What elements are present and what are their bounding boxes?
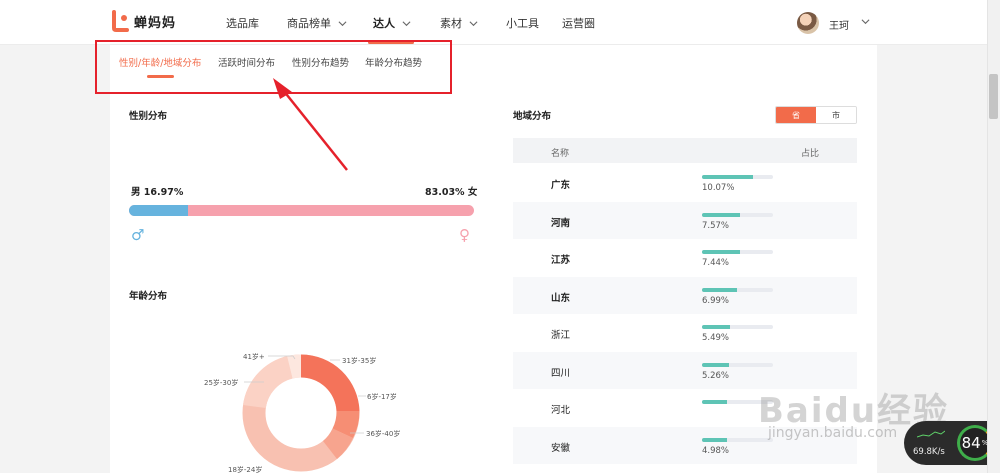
province-city-toggle: 省 市 <box>775 106 857 124</box>
region-share-percent: 4.98% <box>702 445 730 456</box>
region-share-fill <box>702 437 728 442</box>
region-share-bar <box>702 212 773 217</box>
region-share-percent: 6.99% <box>702 295 730 306</box>
age-label: 18岁-24岁 <box>228 466 263 473</box>
region-name: 河南 <box>551 217 571 229</box>
speed-graph-icon <box>917 430 945 438</box>
age-label: 31岁-35岁 <box>342 357 377 365</box>
region-section-title: 地域分布 <box>513 111 552 122</box>
age-label: 41岁+ <box>243 353 265 361</box>
region-row: 江苏 7.44% <box>513 239 857 276</box>
age-label: 36岁-40岁 <box>366 430 401 438</box>
toggle-province[interactable]: 省 <box>776 107 816 123</box>
toggle-city[interactable]: 市 <box>816 107 856 123</box>
region-name: 河北 <box>551 405 571 416</box>
usage-percent: 84 <box>961 434 981 452</box>
network-speed-widget[interactable]: 69.8K/s 84% <box>904 421 1000 465</box>
region-name: 广东 <box>551 180 571 191</box>
region-share-bar <box>702 325 773 329</box>
region-row: 浙江 5.49% <box>513 314 857 351</box>
region-share-fill <box>702 362 729 367</box>
page-scrollbar-thumb[interactable] <box>989 74 998 119</box>
region-table-header: 名称 占比 <box>513 138 857 163</box>
region-name: 安徽 <box>551 442 571 454</box>
region-share-fill <box>702 400 728 404</box>
region-share-percent: 7.44% <box>702 258 730 268</box>
region-name: 四川 <box>551 367 571 379</box>
region-share-percent: 5.49% <box>702 333 730 343</box>
region-share-bar <box>702 362 773 367</box>
region-row: 河南 7.57% <box>513 201 857 239</box>
region-share-fill <box>702 287 738 292</box>
region-name: 江苏 <box>551 255 571 266</box>
network-speed: 69.8K/s <box>913 447 945 457</box>
region-share-fill <box>702 212 741 217</box>
region-name: 山东 <box>551 292 571 304</box>
region-row: 山东 6.99% <box>513 276 857 314</box>
region-share-percent: 5.26% <box>702 370 730 381</box>
region-share-fill <box>702 175 754 179</box>
region-share-bar <box>702 175 773 179</box>
age-label: 6岁-17岁 <box>367 393 397 401</box>
region-share-bar <box>702 250 773 254</box>
watermark-url: jingyan.baidu.com <box>768 425 898 441</box>
region-share-percent: 7.57% <box>702 220 730 231</box>
region-share-bar <box>702 287 773 292</box>
page-scrollbar-track[interactable] <box>987 0 1000 473</box>
column-share-header: 占比 <box>801 149 820 159</box>
region-name: 浙江 <box>551 330 571 341</box>
region-share-bar <box>702 437 773 442</box>
region-row: 广东 10.07% <box>513 164 857 201</box>
column-name-header: 名称 <box>551 149 570 159</box>
region-share-fill <box>702 325 730 329</box>
age-label: 25岁-30岁 <box>204 379 239 387</box>
region-share-fill <box>702 250 740 254</box>
region-share-percent: 10.07% <box>702 183 735 193</box>
